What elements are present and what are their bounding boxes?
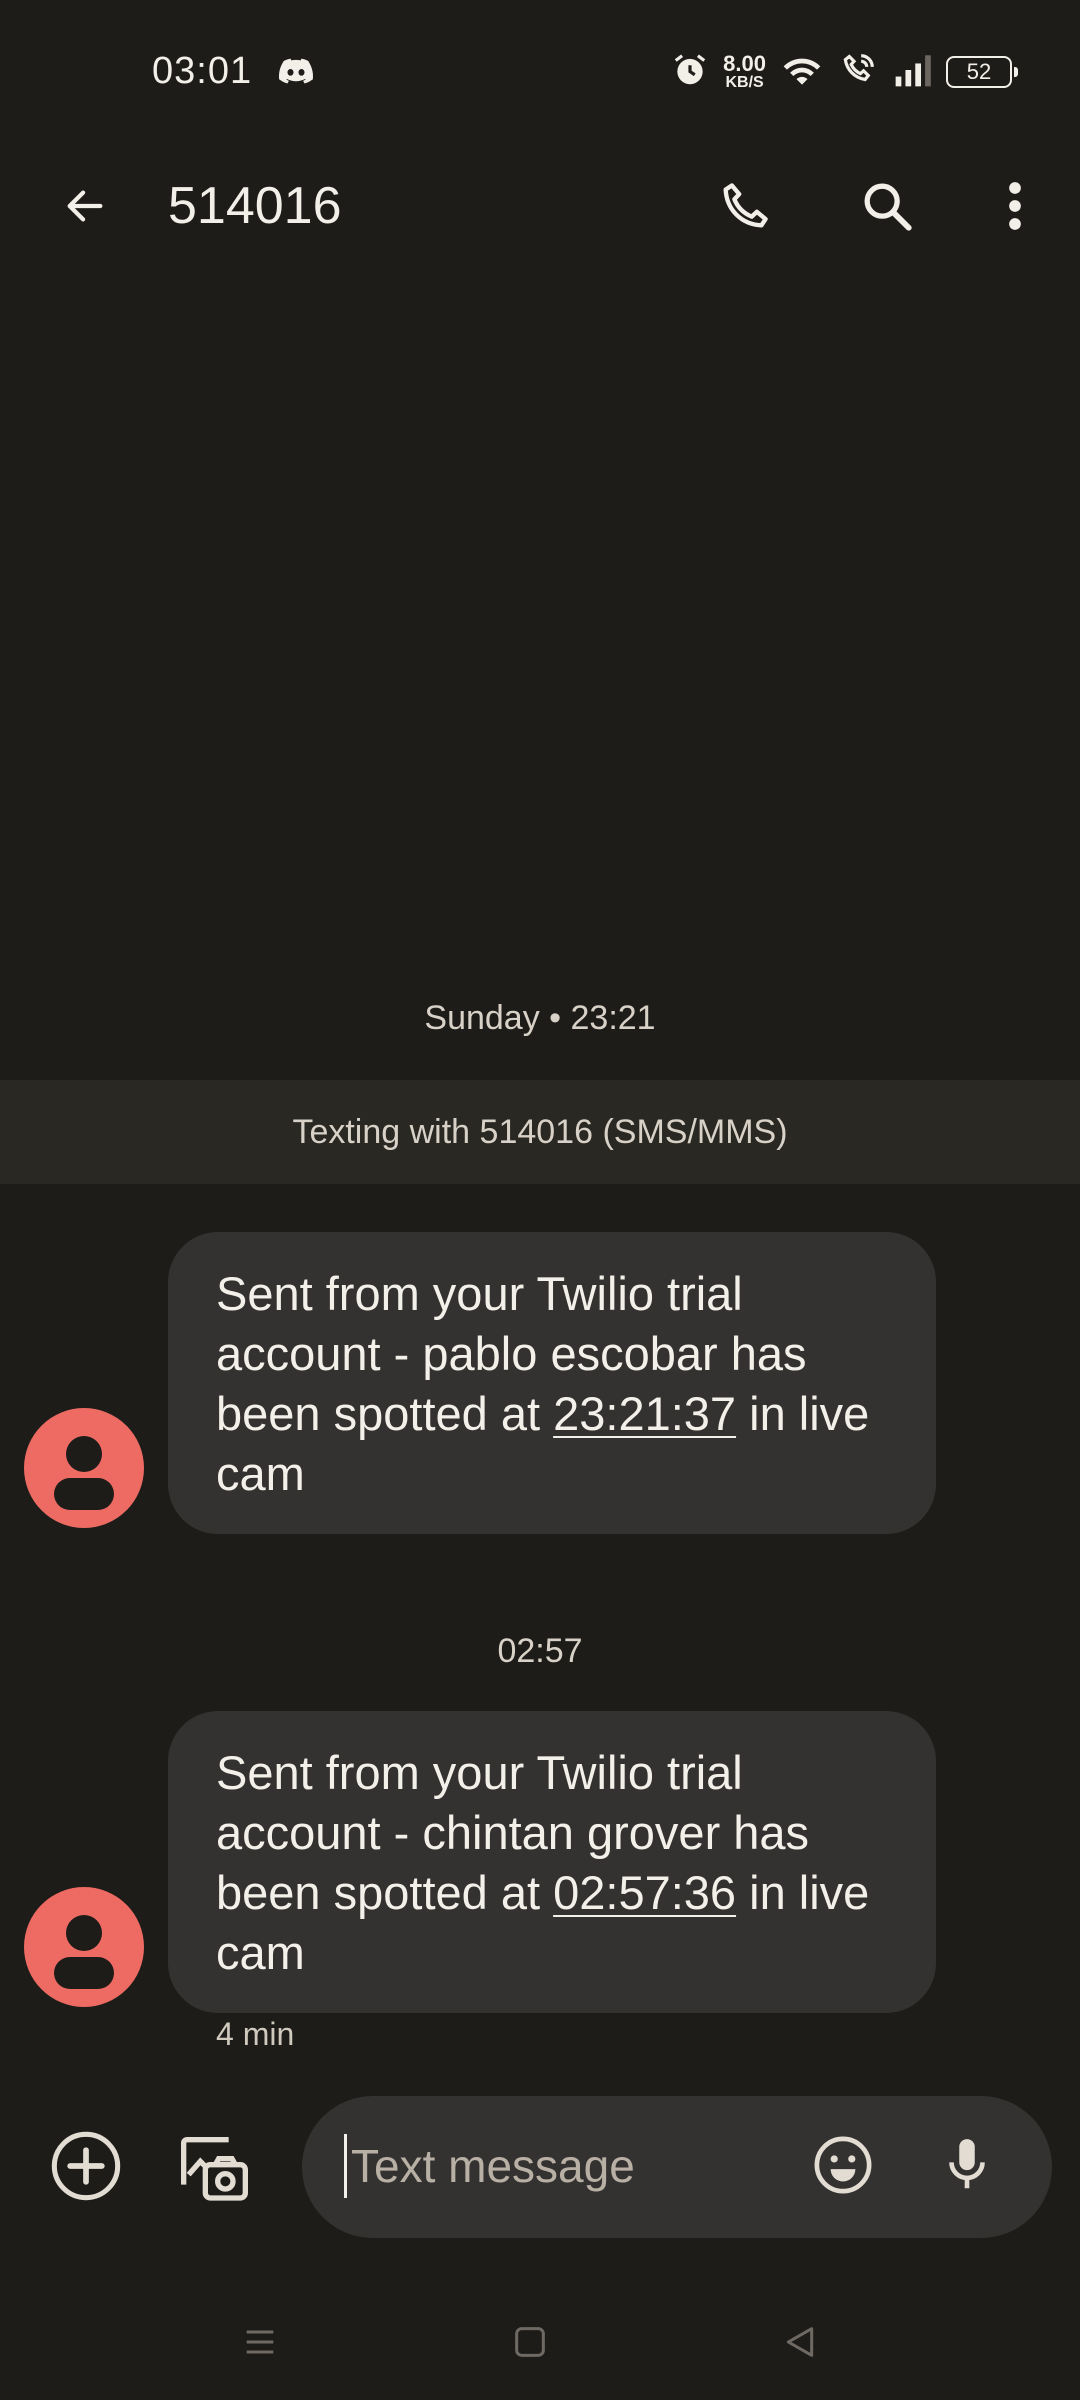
back-triangle-icon: [780, 2322, 820, 2367]
signal-icon: [892, 52, 932, 93]
texting-info-banner: Texting with 514016 (SMS/MMS): [0, 1080, 1080, 1184]
message-time-link[interactable]: 02:57:36: [553, 1866, 736, 1919]
search-button[interactable]: [852, 175, 922, 241]
system-back-button[interactable]: [770, 2314, 830, 2374]
message-time-link[interactable]: 23:21:37: [553, 1387, 736, 1440]
battery-icon: 52: [946, 56, 1018, 88]
wifi-call-icon: [838, 51, 878, 94]
net-speed: 8.00 KB/S: [723, 53, 766, 91]
search-icon: [858, 177, 916, 240]
home-square-icon: [510, 2322, 550, 2367]
avatar[interactable]: [24, 1887, 144, 2007]
message-bubble[interactable]: Sent from your Twilio trial account - ch…: [168, 1711, 936, 2013]
more-options-button[interactable]: [980, 175, 1050, 241]
add-circle-icon: [48, 2128, 124, 2209]
discord-icon: [276, 52, 316, 92]
status-time: 03:01: [152, 50, 253, 92]
app-bar: 514016: [0, 150, 1080, 265]
home-button[interactable]: [500, 2314, 560, 2374]
net-speed-value: 8.00: [723, 51, 766, 76]
add-attachment-button[interactable]: [48, 2130, 124, 2206]
wifi-icon: [780, 51, 824, 94]
more-vert-icon: [1005, 179, 1025, 238]
compose-field[interactable]: [302, 2096, 1052, 2238]
conversation-title: 514016: [168, 177, 342, 235]
status-icons: 8.00 KB/S 52: [671, 48, 1018, 96]
back-button[interactable]: [50, 177, 120, 239]
phone-icon: [716, 177, 774, 240]
voice-input-button[interactable]: [936, 2132, 998, 2202]
person-icon: [66, 1915, 102, 1951]
call-button[interactable]: [710, 175, 780, 241]
emoji-button[interactable]: [808, 2132, 878, 2202]
message-timestamp: Sunday • 23:21: [424, 999, 656, 1037]
net-speed-unit: KB/S: [725, 74, 764, 91]
message-status: 4 min: [216, 2016, 295, 2052]
status-bar: 03:01 8.00 KB/S 52: [0, 0, 1080, 150]
system-nav-bar: [0, 2290, 1080, 2400]
avatar[interactable]: [24, 1408, 144, 1528]
gallery-camera-icon: [172, 2128, 252, 2213]
person-icon: [66, 1436, 102, 1472]
battery-level: 52: [966, 59, 992, 84]
menu-icon: [240, 2322, 280, 2367]
alarm-icon: [671, 51, 709, 94]
gallery-button[interactable]: [172, 2130, 252, 2210]
message-bubble[interactable]: Sent from your Twilio trial account - pa…: [168, 1232, 936, 1534]
back-arrow-icon: [59, 183, 111, 234]
mic-icon: [943, 2134, 991, 2201]
message-timestamp: 02:57: [497, 1632, 583, 1670]
emoji-icon: [810, 2132, 876, 2203]
message-input[interactable]: [344, 2134, 774, 2198]
recents-button[interactable]: [230, 2314, 290, 2374]
